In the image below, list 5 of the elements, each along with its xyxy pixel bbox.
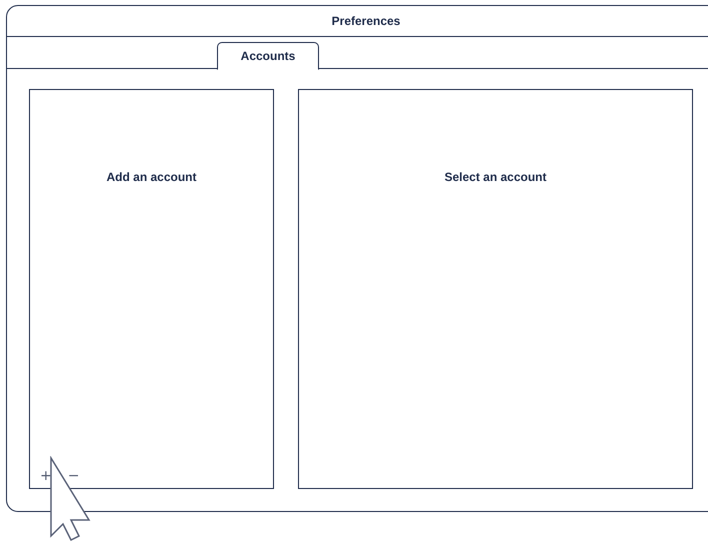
tab[interactable]: Accounts <box>217 42 319 70</box>
remove-button[interactable]: − <box>66 468 82 484</box>
empty-message: Select an account <box>444 170 547 184</box>
window-title: Preferences <box>332 14 400 28</box>
empty-message: Add an account <box>106 170 196 184</box>
